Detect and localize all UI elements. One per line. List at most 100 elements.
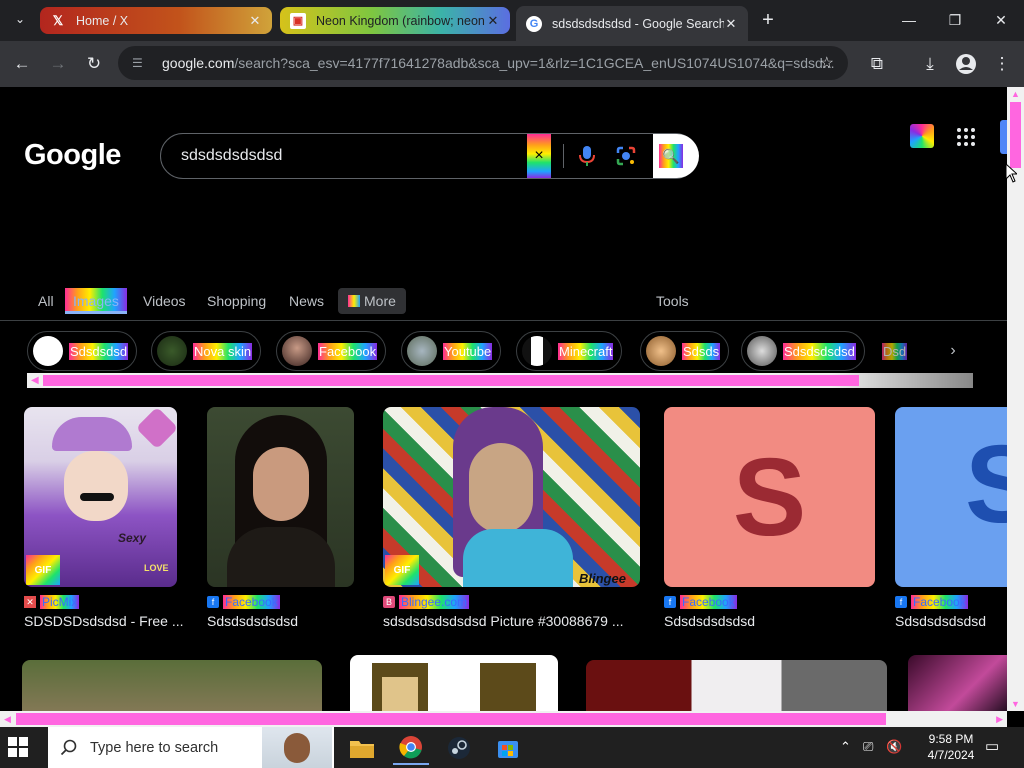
horizontal-scrollbar-thumb[interactable] [16, 713, 886, 725]
tray-overflow-icon[interactable]: ⌃ [840, 739, 851, 755]
page-horizontal-scrollbar[interactable]: ◀ ▶ [0, 711, 1007, 727]
minimize-icon[interactable]: — [894, 8, 924, 32]
chip[interactable]: Minecraft [516, 331, 623, 371]
scroll-left-arrow-icon[interactable]: ◀ [31, 375, 39, 386]
microphone-icon[interactable] [577, 144, 597, 168]
result-caption[interactable]: sdsdsdsdsdsdsd Picture #30088679 ... [383, 613, 624, 629]
image-result[interactable]: S f Facebook Sdsdsdsdsdsd [895, 407, 1007, 629]
chrome-icon[interactable] [393, 731, 429, 765]
chip[interactable]: Sdsdsdsdsd [741, 331, 865, 371]
chip[interactable]: Dsd [877, 331, 915, 371]
reload-icon[interactable]: ↻ [81, 51, 107, 77]
chip-thumbnail [282, 336, 312, 366]
image-thumbnail[interactable]: Blingee GIF [383, 407, 640, 587]
image-thumbnail[interactable] [350, 655, 558, 711]
steam-icon[interactable] [441, 731, 477, 765]
search-button[interactable]: 🔍 [653, 134, 699, 178]
chip[interactable]: Facebook [276, 331, 387, 371]
scroll-down-arrow-icon[interactable]: ▼ [1011, 699, 1020, 709]
google-g-icon: G [526, 15, 542, 32]
close-tab-icon[interactable]: ✕ [486, 13, 500, 29]
result-caption[interactable]: Sdsdsdsdsdsd [664, 613, 755, 629]
profile-avatar-icon[interactable] [953, 51, 979, 77]
site-info-icon[interactable]: ☰ [132, 56, 150, 70]
image-thumbnail[interactable] [908, 655, 1007, 711]
result-source[interactable]: f Facebook [895, 595, 968, 609]
tab-shopping[interactable]: Shopping [207, 288, 266, 314]
scroll-up-arrow-icon[interactable]: ▲ [1011, 89, 1020, 99]
chip[interactable]: Youtube [401, 331, 502, 371]
result-source[interactable]: B Blingee.com [383, 595, 470, 609]
result-caption[interactable]: Sdsdsdsdsdsd [895, 613, 986, 629]
image-result[interactable]: f Facebook Sdsdsdsdsdsd [207, 407, 354, 629]
image-result[interactable]: Sexy LOVE GIF ✕ PicMix SDSDSDsdsdsd - Fr… [24, 407, 184, 629]
tools-button[interactable]: Tools [656, 288, 689, 314]
search-labs-icon[interactable] [910, 124, 934, 148]
tab-home-x[interactable]: 𝕏 Home / X ✕ [40, 7, 272, 34]
browser-toolbar: ← → ↻ ☰ google.com /search?sca_esv=4177f… [0, 41, 1024, 87]
chip[interactable]: Nova skin [151, 331, 262, 371]
microsoft-store-icon[interactable] [490, 731, 526, 765]
new-tab-button[interactable]: + [758, 9, 778, 31]
letter-avatar: S [965, 423, 1007, 546]
tab-images[interactable]: Images [65, 288, 127, 314]
notifications-icon[interactable]: ▭ [985, 737, 999, 755]
tab-search-button[interactable]: ⌄ [10, 12, 30, 30]
close-tab-icon[interactable]: ✕ [248, 13, 262, 29]
close-window-icon[interactable]: ✕ [986, 8, 1016, 32]
download-icon[interactable]: ⤓ [917, 51, 943, 77]
extensions-icon[interactable]: ⧉ [864, 51, 890, 77]
restore-icon[interactable]: ❐ [940, 8, 970, 32]
search-box[interactable]: sdsdsdsdsdsd × 🔍 [160, 133, 699, 179]
back-icon[interactable]: ← [9, 51, 35, 77]
tab-neon-kingdom[interactable]: ▣ Neon Kingdom (rainbow; neon ✕ [280, 7, 510, 34]
vertical-scrollbar-thumb[interactable] [1010, 102, 1021, 168]
forward-icon[interactable]: → [45, 51, 71, 77]
windows-start-icon[interactable] [8, 737, 28, 757]
search-input[interactable]: sdsdsdsdsdsd [181, 147, 282, 165]
image-overlay-text: LOVE [144, 563, 169, 573]
image-thumbnail[interactable] [22, 660, 322, 711]
image-thumbnail[interactable]: S [664, 407, 875, 587]
google-apps-icon[interactable] [957, 128, 975, 146]
clock[interactable]: 9:58 PM 4/7/2024 [922, 731, 980, 763]
image-thumbnail[interactable]: S [895, 407, 1007, 587]
result-source[interactable]: ✕ PicMix [24, 595, 80, 609]
image-thumbnail[interactable]: Sexy LOVE GIF [24, 407, 177, 587]
image-thumbnail[interactable] [207, 407, 354, 587]
address-bar[interactable]: ☰ google.com /search?sca_esv=4177f716412… [118, 46, 848, 80]
google-lens-icon[interactable] [615, 145, 637, 167]
chips-scrollbar[interactable]: ◀ [27, 373, 973, 388]
chevron-right-icon[interactable]: › [933, 331, 973, 371]
image-result[interactable]: S f Facebook Sdsdsdsdsdsd [664, 407, 875, 629]
close-tab-icon[interactable]: ✕ [724, 16, 738, 32]
scroll-right-arrow-icon[interactable]: ▶ [996, 714, 1003, 725]
bookmark-star-icon[interactable]: ☆ [820, 53, 834, 73]
browser-menu-icon[interactable]: ⋮ [989, 51, 1015, 77]
chip[interactable]: Sdsdsdsd [27, 331, 138, 371]
clear-search-icon[interactable]: × [527, 134, 551, 178]
chip[interactable]: Sdsds [640, 331, 730, 371]
result-caption[interactable]: Sdsdsdsdsdsd [207, 613, 298, 629]
result-source[interactable]: f Facebook [207, 595, 280, 609]
google-logo[interactable]: Google [24, 139, 121, 172]
url-path: /search?sca_esv=4177f71641278adb&sca_upv… [234, 55, 835, 71]
network-icon[interactable]: ⎚ [863, 739, 873, 755]
heart-shape [135, 407, 177, 450]
tab-google-search[interactable]: G sdsdsdsdsdsd - Google Search ✕ [516, 6, 748, 41]
tab-more[interactable]: More [338, 288, 406, 314]
tab-news[interactable]: News [289, 288, 324, 314]
tab-videos[interactable]: Videos [143, 288, 186, 314]
chips-scrollbar-thumb[interactable] [43, 375, 859, 386]
gif-badge: GIF [385, 555, 419, 585]
result-caption[interactable]: SDSDSDsdsdsd - Free ... [24, 613, 184, 629]
taskbar-search-box[interactable]: Type here to search [48, 727, 334, 768]
scroll-left-arrow-icon[interactable]: ◀ [4, 714, 11, 725]
account-button[interactable] [1000, 120, 1007, 154]
volume-muted-icon[interactable]: 🔇 [886, 739, 902, 755]
result-source[interactable]: f Facebook [664, 595, 737, 609]
image-result[interactable]: Blingee GIF B Blingee.com sdsdsdsdsdsdsd… [383, 407, 640, 629]
image-thumbnail[interactable] [586, 660, 887, 711]
tab-all[interactable]: All [38, 288, 54, 314]
file-explorer-icon[interactable] [344, 731, 380, 765]
